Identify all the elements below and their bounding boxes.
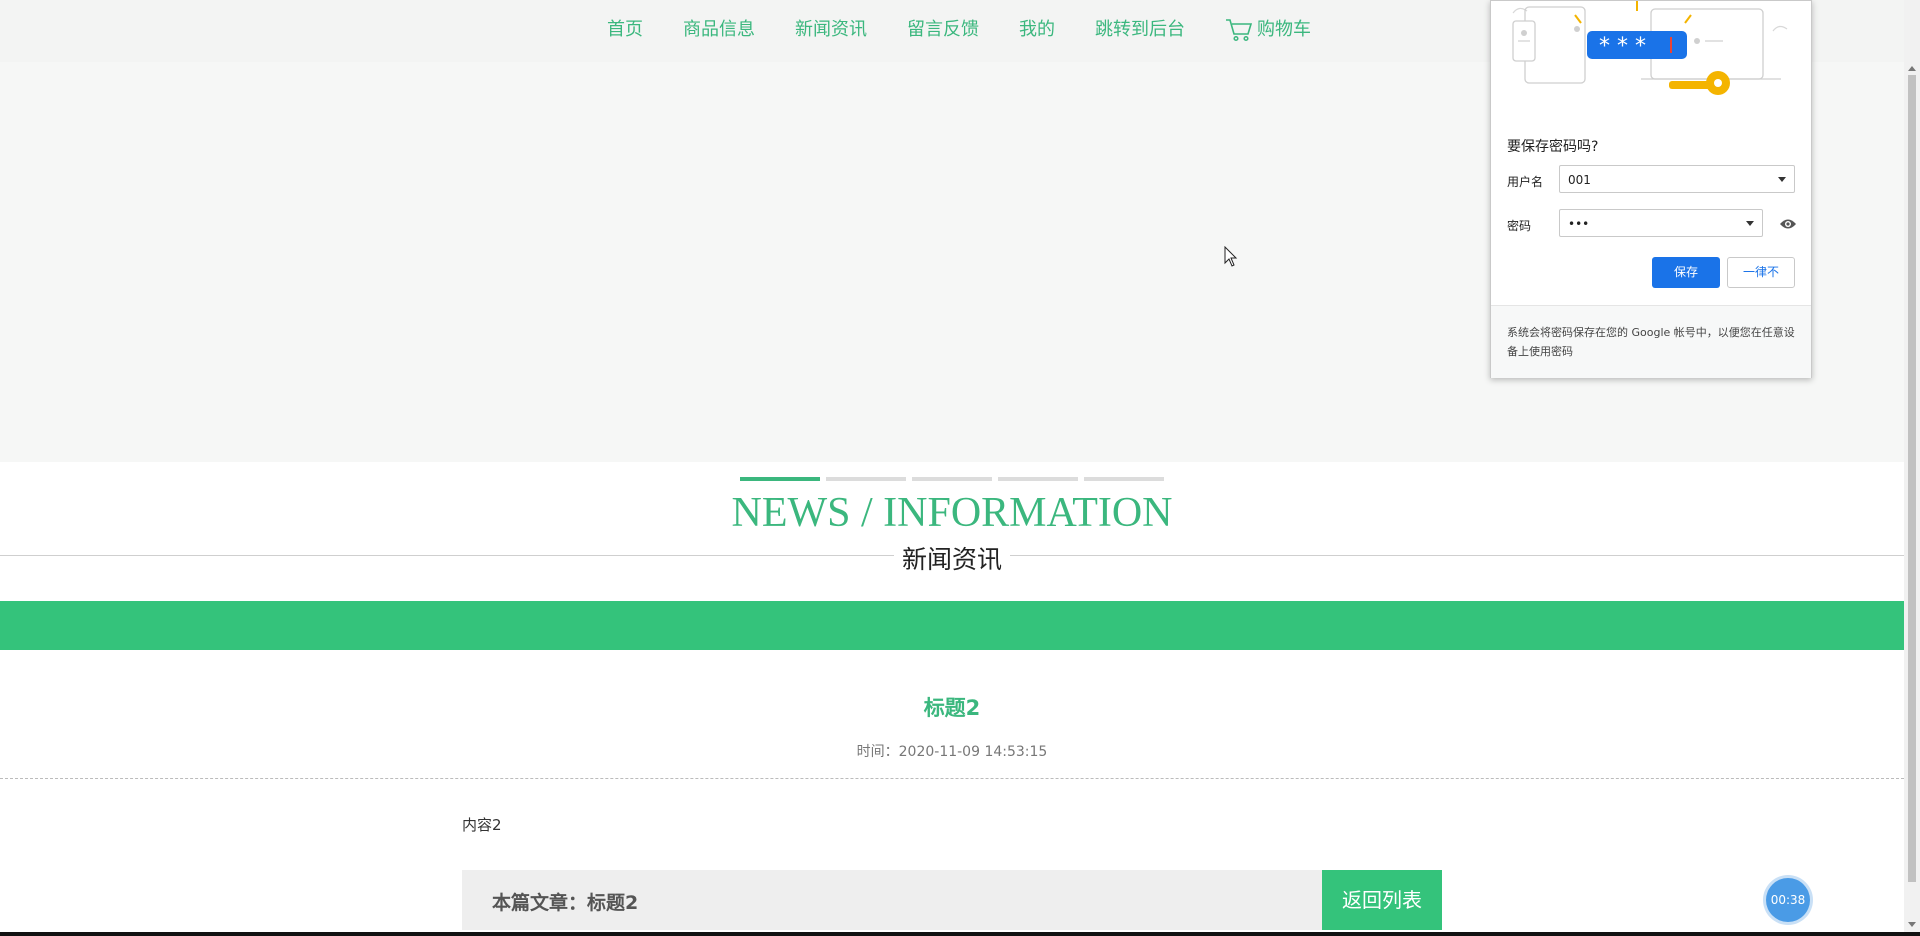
username-label: 用户名 [1507, 175, 1544, 189]
scroll-up-arrow-icon[interactable] [1908, 66, 1916, 71]
timer-badge[interactable]: 00:38 [1766, 878, 1810, 922]
nav-item-products[interactable]: 商品信息 [683, 17, 755, 43]
nav-item-home[interactable]: 首页 [607, 17, 643, 43]
scroll-thumb[interactable] [1908, 75, 1916, 882]
dialog-footer: 系统会将密码保存在您的 Google 帐号中，以便您在任意设备上使用密码 [1491, 305, 1811, 378]
mouse-cursor-icon [1224, 246, 1238, 267]
bottom-edge [0, 932, 1920, 936]
save-password-button[interactable]: 保存 [1652, 257, 1720, 288]
current-article-label: 本篇文章：标题2 [492, 892, 639, 914]
nav-item-cart[interactable]: 购物车 [1225, 17, 1311, 43]
save-password-dialog: * * * 要保存密码吗? 用户名 001 密码 ••• 保存 一律不 系统会将… [1490, 0, 1812, 378]
carousel-dot-2[interactable] [826, 477, 906, 481]
article-divider [0, 778, 1904, 779]
carousel-indicators [740, 477, 1164, 481]
section-title-cn: 新闻资讯 [893, 545, 1010, 574]
never-save-button[interactable]: 一律不 [1727, 257, 1795, 288]
carousel-dot-1[interactable] [740, 477, 820, 481]
carousel-dot-3[interactable] [912, 477, 992, 481]
nav-menu: 首页 商品信息 新闻资讯 留言反馈 我的 跳转到后台 购物车 [607, 17, 1311, 43]
chevron-down-icon [1746, 221, 1754, 226]
section-title-cn-wrap: 新闻资讯 [0, 540, 1904, 576]
green-banner-strip [0, 601, 1904, 650]
nav-item-mine[interactable]: 我的 [1019, 17, 1055, 43]
cart-label: 购物车 [1257, 19, 1311, 40]
article-nav-bar: 本篇文章：标题2 返回列表 [462, 870, 1442, 930]
password-label: 密码 [1507, 219, 1532, 233]
article-title: 标题2 [923, 696, 981, 720]
nav-item-news[interactable]: 新闻资讯 [795, 17, 867, 43]
nav-item-admin[interactable]: 跳转到后台 [1095, 17, 1185, 43]
nav-item-feedback[interactable]: 留言反馈 [907, 17, 979, 43]
dialog-footer-text: 系统会将密码保存在您的 Google 帐号中，以便您在任意设备上使用密码 [1507, 326, 1795, 358]
article-content: 内容2 [462, 816, 502, 834]
carousel-dot-5[interactable] [1084, 477, 1164, 481]
eye-icon[interactable] [1779, 217, 1797, 231]
cart-icon [1226, 19, 1253, 42]
article-time: 时间：2020-11-09 14:53:15 [856, 744, 1048, 760]
scroll-down-arrow-icon[interactable] [1908, 922, 1916, 927]
password-illustration-icon: * * * [1491, 1, 1811, 106]
svg-text:* * *: * * * [1599, 34, 1646, 59]
username-select[interactable]: 001 [1559, 165, 1795, 193]
chevron-down-icon [1778, 177, 1786, 182]
back-to-list-button[interactable]: 返回列表 [1322, 870, 1442, 930]
carousel-dot-4[interactable] [998, 477, 1078, 481]
page-scrollbar[interactable] [1904, 0, 1920, 932]
dialog-title: 要保存密码吗? [1507, 139, 1599, 155]
password-value: ••• [1568, 217, 1590, 231]
section-title-en: NEWS / INFORMATION [731, 490, 1173, 536]
password-select[interactable]: ••• [1559, 209, 1763, 237]
username-value: 001 [1568, 173, 1591, 187]
